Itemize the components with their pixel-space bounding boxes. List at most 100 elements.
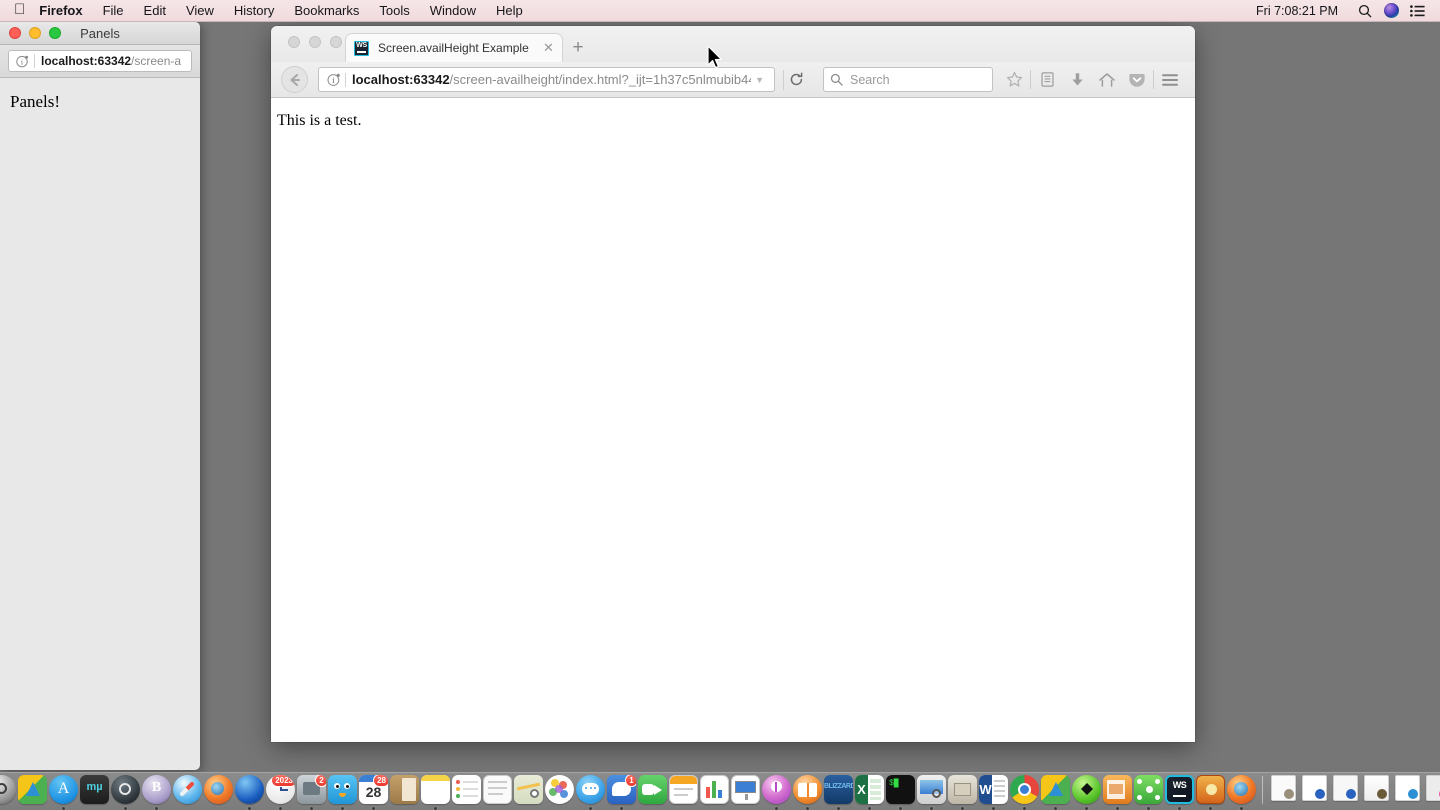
dock-item-clock-app[interactable]: 2023 xyxy=(265,775,296,810)
search-input[interactable]: Search xyxy=(823,67,993,92)
dock-item-node-graph-app[interactable] xyxy=(1133,775,1164,810)
minimize-button[interactable] xyxy=(29,27,41,39)
chevron-down-icon[interactable]: ▼ xyxy=(751,75,770,85)
dock-minimized-window-1[interactable] xyxy=(1299,775,1330,810)
clock-app-icon: 2023 xyxy=(266,775,295,804)
menu-bar-clock[interactable]: Fri 7:08:21 PM xyxy=(1256,4,1352,18)
site-info-icon[interactable]: i xyxy=(14,55,31,68)
spotlight-search-icon[interactable] xyxy=(1352,4,1378,18)
dock-item-facetime[interactable] xyxy=(637,775,668,810)
back-button[interactable] xyxy=(281,66,308,93)
menu-item-help[interactable]: Help xyxy=(486,3,533,18)
dock-item-excel[interactable]: X xyxy=(854,775,885,810)
reload-button[interactable] xyxy=(783,70,809,90)
dock-item-system-preferences[interactable] xyxy=(0,775,17,810)
dock-item-pages[interactable] xyxy=(668,775,699,810)
menu-item-view[interactable]: View xyxy=(176,3,224,18)
menu-item-edit[interactable]: Edit xyxy=(134,3,176,18)
dock-item-orange-app[interactable] xyxy=(1195,775,1226,810)
close-button[interactable] xyxy=(288,36,300,48)
dock-minimized-window-4[interactable] xyxy=(1392,775,1423,810)
dock-item-messages[interactable] xyxy=(575,775,606,810)
dock-item-notes[interactable] xyxy=(420,775,451,810)
url-divider xyxy=(345,73,346,87)
dock-item-launchpad-2[interactable] xyxy=(1040,775,1071,810)
dock-item-mail[interactable]: 1 xyxy=(606,775,637,810)
dock-item-webstorm[interactable]: WS xyxy=(1164,775,1195,810)
dock-item-reminders[interactable] xyxy=(451,775,482,810)
dock-item-steam[interactable] xyxy=(110,775,141,810)
menu-item-file[interactable]: File xyxy=(93,3,134,18)
menu-item-tools[interactable]: Tools xyxy=(369,3,419,18)
dock-item-contacts[interactable] xyxy=(389,775,420,810)
dock-item-chrome[interactable] xyxy=(1009,775,1040,810)
menu-item-bookmarks[interactable]: Bookmarks xyxy=(284,3,369,18)
dock-item-app-store[interactable]: A xyxy=(48,775,79,810)
dock-item-preview[interactable] xyxy=(916,775,947,810)
dock-item-itunes[interactable] xyxy=(761,775,792,810)
menu-item-window[interactable]: Window xyxy=(420,3,486,18)
dock-item-ibooks[interactable] xyxy=(792,775,823,810)
dock-item-mail-legacy[interactable]: 2 xyxy=(296,775,327,810)
mail-legacy-icon: 2 xyxy=(297,775,326,804)
dock-item-word[interactable]: W xyxy=(978,775,1009,810)
ibooks-icon xyxy=(793,775,822,804)
tab-screen-availheight[interactable]: WS Screen.availHeight Example ✕ xyxy=(345,33,563,62)
dock-item-photos[interactable] xyxy=(544,775,575,810)
dock-item-firefox-dev[interactable] xyxy=(203,775,234,810)
dock-minimized-document[interactable] xyxy=(1268,775,1299,810)
panels-url-bar[interactable]: i localhost:63342/screen-a xyxy=(8,50,192,72)
dock-item-pages-doc[interactable] xyxy=(482,775,513,810)
home-icon[interactable] xyxy=(1092,66,1122,94)
menu-hamburger-icon[interactable] xyxy=(1155,66,1185,94)
minimize-button[interactable] xyxy=(309,36,321,48)
downloads-icon[interactable] xyxy=(1062,66,1092,94)
dock-item-bittorrent[interactable]: B xyxy=(141,775,172,810)
dock-item-orange-editor[interactable] xyxy=(1102,775,1133,810)
dock-item-twitter[interactable] xyxy=(327,775,358,810)
close-icon[interactable]: ✕ xyxy=(541,41,556,56)
favicon-label: WS xyxy=(356,42,367,50)
firefox-icon xyxy=(1227,775,1256,804)
dock-item-mu-editor[interactable]: mµ xyxy=(79,775,110,810)
dock-item-numbers[interactable] xyxy=(699,775,730,810)
dock-minimized-window-3[interactable] xyxy=(1361,775,1392,810)
dock[interactable]: Amµ B 20232 2828 1 BLIZZARDX$█ W WS xyxy=(0,772,1440,810)
dock-item-blizzard[interactable]: BLIZZARD xyxy=(823,775,854,810)
zoom-button[interactable] xyxy=(49,27,61,39)
contacts-icon xyxy=(390,775,419,804)
menu-bar-status-area: Fri 7:08:21 PM xyxy=(1256,3,1440,18)
menu-item-history[interactable]: History xyxy=(224,3,284,18)
word-icon: W xyxy=(979,775,1008,804)
dock-item-green-circle-app[interactable] xyxy=(1071,775,1102,810)
dock-item-keynote[interactable] xyxy=(730,775,761,810)
panels-window[interactable]: Panels i localhost:63342/screen-a Panels… xyxy=(0,22,200,770)
numbers-icon xyxy=(700,775,729,804)
panels-page-text: Panels! xyxy=(10,92,200,112)
pocket-icon[interactable] xyxy=(1122,66,1152,94)
dock-item-box-app[interactable] xyxy=(947,775,978,810)
chrome-icon xyxy=(1010,775,1039,804)
menu-item-app-name[interactable]: Firefox xyxy=(37,3,92,18)
apple-menu-icon[interactable]:  xyxy=(0,2,37,17)
dock-item-firefox[interactable] xyxy=(1226,775,1257,810)
notification-center-icon[interactable] xyxy=(1404,5,1430,17)
dock-minimized-window-2[interactable] xyxy=(1330,775,1361,810)
dock-item-blue-sphere-app[interactable] xyxy=(234,775,265,810)
siri-icon[interactable] xyxy=(1378,3,1404,18)
zoom-button[interactable] xyxy=(330,36,342,48)
dock-item-terminal[interactable]: $█ xyxy=(885,775,916,810)
dock-item-launchpad[interactable] xyxy=(17,775,48,810)
panels-window-titlebar[interactable]: Panels xyxy=(0,22,200,45)
dock-minimized-window-5[interactable] xyxy=(1423,775,1440,810)
dock-app-list: Amµ B 20232 2828 1 BLIZZARDX$█ W WS xyxy=(0,775,1440,810)
close-button[interactable] xyxy=(9,27,21,39)
bookmark-star-icon[interactable] xyxy=(999,66,1029,94)
site-info-icon[interactable]: i xyxy=(325,73,342,87)
library-icon[interactable] xyxy=(1032,66,1062,94)
dock-item-calendar[interactable]: 2828 xyxy=(358,775,389,810)
new-tab-button[interactable]: + xyxy=(563,33,593,62)
firefox-window[interactable]: WS Screen.availHeight Example ✕ + i loca… xyxy=(271,26,1195,742)
dock-item-safari[interactable] xyxy=(172,775,203,810)
dock-item-maps[interactable] xyxy=(513,775,544,810)
